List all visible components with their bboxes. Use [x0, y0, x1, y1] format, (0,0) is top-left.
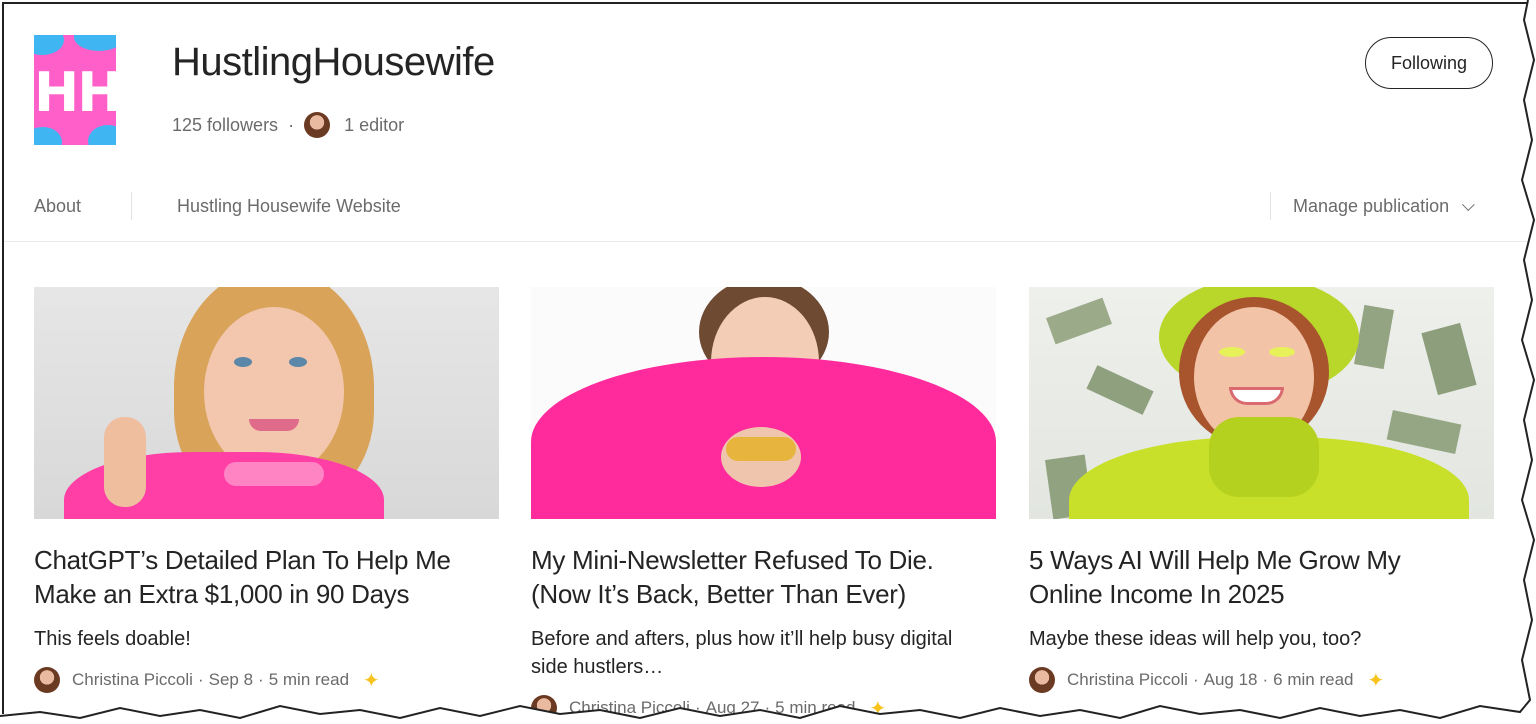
article-title[interactable]: My Mini-Newsletter Refused To Die. (Now … [531, 543, 996, 611]
followers-count[interactable]: 125 followers [172, 115, 278, 136]
article-byline: Christina Piccoli · Aug 27 · 5 min read … [531, 695, 996, 714]
publication-logo[interactable]: HH [34, 35, 116, 145]
article-card[interactable]: ChatGPT’s Detailed Plan To Help Me Make … [34, 287, 499, 693]
article-thumbnail[interactable] [531, 287, 996, 519]
article-thumbnail[interactable] [1029, 287, 1494, 519]
publication-page: HH HustlingHousewife 125 followers · 1 e… [2, 2, 1528, 714]
read-time: 6 min read [1273, 670, 1354, 689]
author-avatar[interactable] [34, 667, 60, 693]
meta-separator: · [288, 114, 295, 135]
byline-separator: · [764, 698, 771, 714]
article-subtitle-line: Before and afters, plus how it’ll help b… [531, 628, 953, 650]
author-name[interactable]: Christina Piccoli [72, 670, 193, 690]
article-title-line: Make an Extra $1,000 in 90 Days [34, 579, 410, 609]
article-title-line: (Now It’s Back, Better Than Ever) [531, 579, 906, 609]
author-avatar[interactable] [531, 695, 557, 714]
byline-separator: · [694, 698, 701, 714]
article-subtitle: Before and afters, plus how it’ll help b… [531, 625, 996, 681]
article-subtitle: Maybe these ideas will help you, too? [1029, 625, 1494, 653]
article-title-line: 5 Ways AI Will Help Me Grow My [1029, 545, 1401, 575]
article-card[interactable]: 5 Ways AI Will Help Me Grow My Online In… [1029, 287, 1494, 693]
byline-separator: · [1262, 670, 1269, 689]
nav-divider [1270, 192, 1271, 220]
manage-publication-label: Manage publication [1293, 196, 1450, 216]
article-date: Aug 18 [1203, 670, 1258, 689]
article-title-line: Online Income In 2025 [1029, 579, 1285, 609]
article-title-line: My Mini-Newsletter Refused To Die. [531, 545, 934, 575]
article-byline: Christina Piccoli · Aug 18 · 6 min read … [1029, 667, 1494, 693]
article-date: Aug 27 [705, 698, 760, 714]
nav-about[interactable]: About [34, 196, 81, 217]
byline-separator: · [258, 670, 264, 689]
article-title[interactable]: ChatGPT’s Detailed Plan To Help Me Make … [34, 543, 499, 611]
star-icon: ✦ [363, 669, 380, 692]
byline-separator: · [197, 670, 204, 689]
article-title-line: ChatGPT’s Detailed Plan To Help Me [34, 545, 451, 575]
publication-title: HustlingHousewife [172, 40, 495, 84]
byline-separator: · [1192, 670, 1199, 689]
logo-letters: HH [34, 61, 116, 124]
article-subtitle-line: side hustlers… [531, 656, 664, 678]
article-title[interactable]: 5 Ways AI Will Help Me Grow My Online In… [1029, 543, 1494, 611]
read-time: 5 min read [268, 670, 350, 689]
author-avatar[interactable] [1029, 667, 1055, 693]
chevron-down-icon [1462, 198, 1475, 212]
publication-nav: About Hustling Housewife Website Manage … [4, 184, 1528, 242]
read-time: 5 min read [775, 698, 856, 714]
star-icon: ✦ [1367, 669, 1385, 692]
article-subtitle: This feels doable! [34, 625, 499, 653]
editor-avatar[interactable] [304, 112, 331, 138]
star-icon: ✦ [869, 697, 887, 715]
article-date: Sep 8 [208, 670, 254, 689]
article-byline: Christina Piccoli · Sep 8 · 5 min read ✦ [34, 667, 499, 693]
article-subtitle-line: This feels doable! [34, 628, 191, 650]
nav-website[interactable]: Hustling Housewife Website [177, 196, 401, 217]
article-card[interactable]: My Mini-Newsletter Refused To Die. (Now … [531, 287, 996, 714]
article-thumbnail[interactable] [34, 287, 499, 519]
author-name[interactable]: Christina Piccoli [1067, 670, 1188, 690]
nav-divider [131, 192, 132, 220]
following-button[interactable]: Following [1365, 37, 1493, 89]
editors-count[interactable]: 1 editor [344, 115, 404, 136]
manage-publication-menu[interactable]: Manage publication [1293, 196, 1475, 217]
author-name[interactable]: Christina Piccoli [569, 698, 690, 714]
article-subtitle-line: Maybe these ideas will help you, too? [1029, 628, 1362, 650]
publication-meta: 125 followers · 1 editor [172, 112, 404, 138]
